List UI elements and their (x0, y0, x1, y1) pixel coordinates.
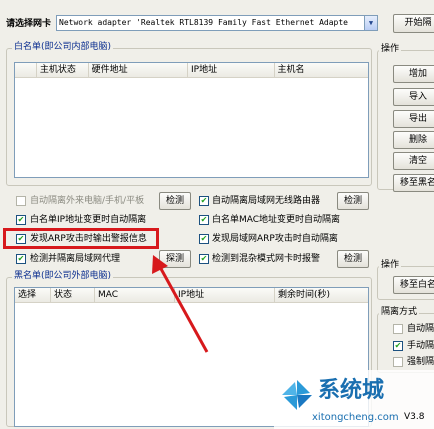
watermark-url: xitongcheng.com (312, 412, 399, 423)
red-arrow-annotation (152, 255, 209, 353)
watermark-brand: 系统城 (318, 378, 385, 403)
version-label: V3.8 (404, 412, 425, 422)
watermark: 系统城 xitongcheng.com V3.8 (274, 370, 434, 429)
logo-icon (282, 380, 312, 410)
